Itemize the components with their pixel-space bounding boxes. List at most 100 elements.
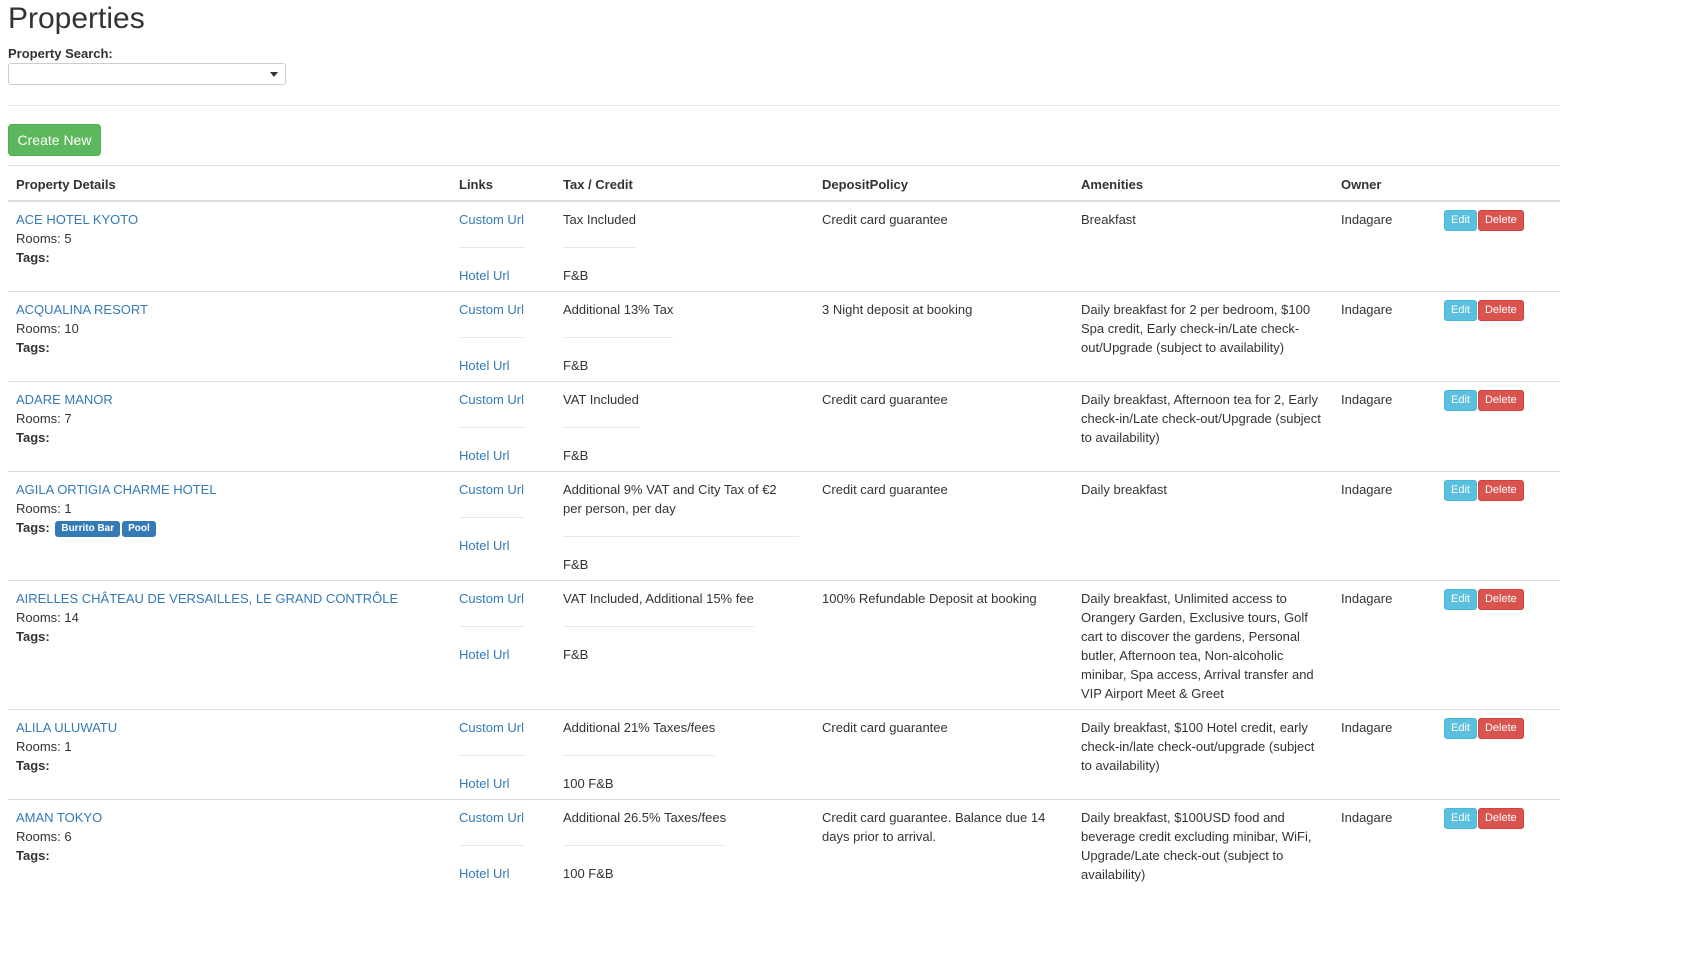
property-name-link[interactable]: AGILA ORTIGIA CHARME HOTEL [16, 482, 217, 497]
divider [459, 337, 525, 338]
custom-url-link[interactable]: Custom Url [459, 810, 524, 825]
credit-text: 100 F&B [563, 776, 614, 791]
edit-button[interactable]: Edit [1444, 210, 1477, 231]
credit-text: F&B [563, 358, 589, 373]
property-name-link[interactable]: ADARE MANOR [16, 392, 113, 407]
rooms-label: Rooms: [16, 321, 65, 336]
property-name-link[interactable]: ACQUALINA RESORT [16, 302, 148, 317]
deposit-policy-cell: Credit card guarantee [814, 200, 1073, 292]
divider [563, 755, 716, 756]
owner-cell: Indagare [1333, 580, 1436, 710]
owner-cell: Indagare [1333, 200, 1436, 292]
delete-button[interactable]: Delete [1477, 300, 1524, 321]
tags-label: Tags: [16, 520, 50, 535]
property-name-link[interactable]: AIRELLES CHÂTEAU DE VERSAILLES, LE GRAND… [16, 591, 398, 606]
rooms-line: Rooms: 6 [16, 827, 443, 846]
amenities-cell: Daily breakfast, Unlimited access to Ora… [1073, 580, 1333, 710]
delete-button[interactable]: Delete [1477, 589, 1524, 610]
tags-label: Tags: [16, 629, 50, 644]
edit-button[interactable]: Edit [1444, 808, 1477, 829]
custom-url-link[interactable]: Custom Url [459, 392, 524, 407]
property-details-cell: ALILA ULUWATU Rooms: 1 Tags: [8, 709, 451, 800]
header-links: Links [451, 165, 555, 202]
deposit-policy-cell: 3 Night deposit at booking [814, 291, 1073, 382]
custom-url-link[interactable]: Custom Url [459, 212, 524, 227]
delete-button[interactable]: Delete [1477, 808, 1524, 829]
table-header-row: Property Details Links Tax / Credit Depo… [8, 165, 1560, 202]
divider [563, 427, 639, 428]
rooms-count: 7 [64, 411, 72, 426]
tags-label: Tags: [16, 250, 50, 265]
tags-label: Tags: [16, 848, 50, 863]
custom-url-link[interactable]: Custom Url [459, 482, 524, 497]
hotel-url-link[interactable]: Hotel Url [459, 647, 510, 662]
edit-button[interactable]: Edit [1444, 718, 1477, 739]
property-details-cell: ACQUALINA RESORT Rooms: 10 Tags: [8, 291, 451, 382]
rooms-label: Rooms: [16, 739, 65, 754]
hotel-url-link[interactable]: Hotel Url [459, 268, 510, 283]
actions-cell: Edit Delete [1436, 471, 1560, 581]
amenities-cell: Breakfast [1073, 200, 1333, 292]
actions-cell: Edit Delete [1436, 580, 1560, 710]
rooms-count: 5 [64, 231, 72, 246]
property-search-label: Property Search: [8, 46, 113, 61]
credit-text: F&B [563, 557, 589, 572]
hotel-url-link[interactable]: Hotel Url [459, 866, 510, 881]
rooms-label: Rooms: [16, 501, 65, 516]
links-cell: Custom Url Hotel Url [451, 471, 555, 581]
rooms-label: Rooms: [16, 411, 65, 426]
hotel-url-link[interactable]: Hotel Url [459, 538, 510, 553]
divider [459, 517, 525, 518]
tags-label: Tags: [16, 430, 50, 445]
owner-cell: Indagare [1333, 799, 1436, 890]
property-name-link[interactable]: ALILA ULUWATU [16, 720, 117, 735]
deposit-policy-cell: Credit card guarantee [814, 709, 1073, 800]
owner-cell: Indagare [1333, 709, 1436, 800]
rooms-count: 10 [64, 321, 79, 336]
rooms-line: Rooms: 1 [16, 499, 443, 518]
hotel-url-link[interactable]: Hotel Url [459, 448, 510, 463]
delete-button[interactable]: Delete [1477, 480, 1524, 501]
tax-text: VAT Included, Additional 15% fee [563, 591, 754, 606]
tax-credit-cell: VAT Included, Additional 15% fee F&B [555, 580, 814, 710]
actions-cell: Edit Delete [1436, 381, 1560, 472]
deposit-policy-cell: Credit card guarantee. Balance due 14 da… [814, 799, 1073, 890]
delete-button[interactable]: Delete [1477, 210, 1524, 231]
amenities-cell: Daily breakfast, Afternoon tea for 2, Ea… [1073, 381, 1333, 472]
edit-button[interactable]: Edit [1444, 300, 1477, 321]
property-name-link[interactable]: AMAN TOKYO [16, 810, 102, 825]
header-owner: Owner [1333, 165, 1436, 202]
tags-label: Tags: [16, 758, 50, 773]
edit-button[interactable]: Edit [1444, 480, 1477, 501]
divider [563, 845, 727, 846]
links-cell: Custom Url Hotel Url [451, 200, 555, 292]
tags-line: Tags: [16, 756, 443, 775]
create-new-button[interactable]: Create New [8, 124, 101, 156]
deposit-policy-cell: 100% Refundable Deposit at booking [814, 580, 1073, 710]
edit-button[interactable]: Edit [1444, 390, 1477, 411]
tag-badge: Pool [122, 521, 156, 537]
rooms-line: Rooms: 1 [16, 737, 443, 756]
hotel-url-link[interactable]: Hotel Url [459, 776, 510, 791]
property-details-cell: AGILA ORTIGIA CHARME HOTEL Rooms: 1 Tags: … [8, 471, 451, 581]
tax-text: Tax Included [563, 212, 636, 227]
hotel-url-link[interactable]: Hotel Url [459, 358, 510, 373]
divider [563, 626, 754, 627]
delete-button[interactable]: Delete [1477, 390, 1524, 411]
credit-text: 100 F&B [563, 866, 614, 881]
custom-url-link[interactable]: Custom Url [459, 591, 524, 606]
property-name-link[interactable]: ACE HOTEL KYOTO [16, 212, 138, 227]
custom-url-link[interactable]: Custom Url [459, 302, 524, 317]
tax-credit-cell: Tax Included F&B [555, 200, 814, 292]
edit-button[interactable]: Edit [1444, 589, 1477, 610]
actions-cell: Edit Delete [1436, 709, 1560, 800]
tax-text: Additional 26.5% Taxes/fees [563, 810, 727, 825]
rooms-line: Rooms: 5 [16, 229, 443, 248]
tags-line: Tags: Burrito Bar Pool [16, 518, 443, 537]
property-search-select[interactable] [8, 63, 286, 85]
amenities-cell: Daily breakfast, $100USD food and bevera… [1073, 799, 1333, 890]
delete-button[interactable]: Delete [1477, 718, 1524, 739]
custom-url-link[interactable]: Custom Url [459, 720, 524, 735]
amenities-cell: Daily breakfast for 2 per bedroom, $100 … [1073, 291, 1333, 382]
deposit-policy-cell: Credit card guarantee [814, 381, 1073, 472]
